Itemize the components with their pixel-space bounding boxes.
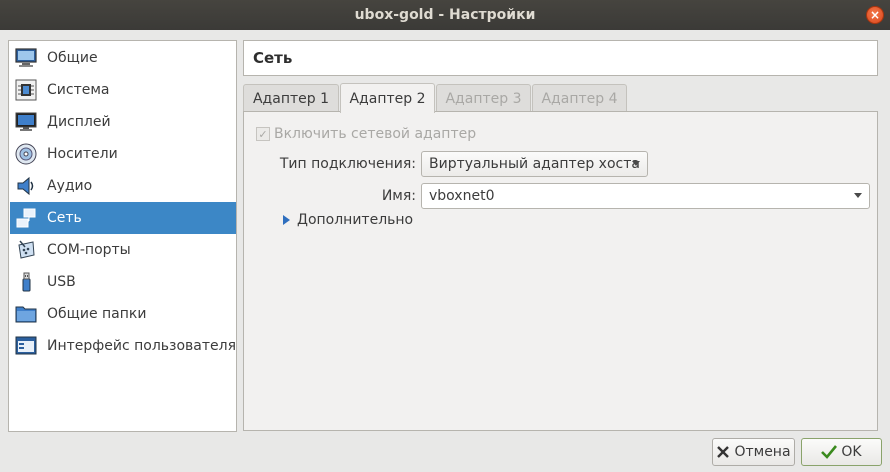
settings-sidebar: Общие Система Дисплей Носители Аудио Сет… xyxy=(8,40,237,432)
sidebar-item-shared-folders[interactable]: Общие папки xyxy=(10,298,236,330)
advanced-label: Дополнительно xyxy=(297,212,414,228)
sidebar-item-label: Система xyxy=(47,82,110,98)
sidebar-item-usb[interactable]: USB xyxy=(10,266,236,298)
storage-disc-icon xyxy=(14,142,38,166)
ok-label: OK xyxy=(841,444,862,460)
sidebar-item-display[interactable]: Дисплей xyxy=(10,106,236,138)
window-title: ubox-gold - Настройки xyxy=(354,7,536,23)
sidebar-item-label: Аудио xyxy=(47,178,93,194)
attached-to-select[interactable]: Виртуальный адаптер хоста xyxy=(421,151,648,177)
enable-adapter-checkbox: ✓ xyxy=(256,127,270,141)
sidebar-item-label: Общие папки xyxy=(47,306,147,322)
sidebar-item-system[interactable]: Система xyxy=(10,74,236,106)
tab-adapter-1[interactable]: Адаптер 1 xyxy=(243,84,339,112)
network-icon xyxy=(14,206,38,230)
adapter-panel: ✓ Включить сетевой адаптер Тип подключен… xyxy=(243,111,878,431)
title-bar: ubox-gold - Настройки × xyxy=(0,0,890,30)
display-monitor-icon xyxy=(14,110,38,134)
page-title: Сеть xyxy=(253,49,293,67)
sidebar-item-label: USB xyxy=(47,274,76,290)
tab-adapter-3: Адаптер 3 xyxy=(436,84,531,112)
name-label: Имя: xyxy=(381,188,416,204)
sidebar-item-label: Дисплей xyxy=(47,114,111,130)
cancel-button[interactable]: Отмена xyxy=(712,438,795,466)
shared-folder-icon xyxy=(14,302,38,326)
tab-adapter-2[interactable]: Адаптер 2 xyxy=(340,83,435,113)
tab-adapter-4: Адаптер 4 xyxy=(532,84,627,112)
attached-to-label: Тип подключения: xyxy=(279,156,416,172)
sidebar-item-label: Носители xyxy=(47,146,118,162)
expander-arrow-icon xyxy=(283,215,290,225)
cancel-label: Отмена xyxy=(734,444,791,460)
advanced-expander[interactable]: Дополнительно xyxy=(283,212,413,228)
usb-icon xyxy=(14,270,38,294)
enable-adapter-row: ✓ Включить сетевой адаптер xyxy=(256,126,476,142)
sidebar-item-label: Общие xyxy=(47,50,98,66)
sidebar-item-serial-ports[interactable]: COM-порты xyxy=(10,234,236,266)
sidebar-item-user-interface[interactable]: Интерфейс пользователя xyxy=(10,330,236,362)
sidebar-item-label: COM-порты xyxy=(47,242,131,258)
adapter-name-select[interactable]: vboxnet0 xyxy=(421,183,870,209)
cancel-x-icon xyxy=(716,445,730,459)
dialog-body: Общие Система Дисплей Носители Аудио Сет… xyxy=(0,30,890,472)
page-title-panel: Сеть xyxy=(243,40,878,76)
sidebar-item-storage[interactable]: Носители xyxy=(10,138,236,170)
audio-speaker-icon xyxy=(14,174,38,198)
sidebar-item-audio[interactable]: Аудио xyxy=(10,170,236,202)
general-monitor-icon xyxy=(14,46,38,70)
system-chip-icon xyxy=(14,78,38,102)
sidebar-item-label: Сеть xyxy=(47,210,82,226)
sidebar-item-general[interactable]: Общие xyxy=(10,42,236,74)
adapter-name-value: vboxnet0 xyxy=(429,188,495,204)
enable-adapter-label: Включить сетевой адаптер xyxy=(274,126,477,142)
chevron-down-icon xyxy=(854,193,862,198)
sidebar-item-network[interactable]: Сеть xyxy=(10,202,236,234)
attached-to-value: Виртуальный адаптер хоста xyxy=(429,156,640,172)
chevron-down-icon xyxy=(632,161,640,166)
window-close-button[interactable]: × xyxy=(866,6,884,24)
checkmark-icon xyxy=(821,445,838,459)
serial-port-icon xyxy=(14,238,38,262)
user-interface-icon xyxy=(14,334,38,358)
sidebar-item-label: Интерфейс пользователя xyxy=(47,338,237,354)
ok-button[interactable]: OK xyxy=(801,438,882,466)
